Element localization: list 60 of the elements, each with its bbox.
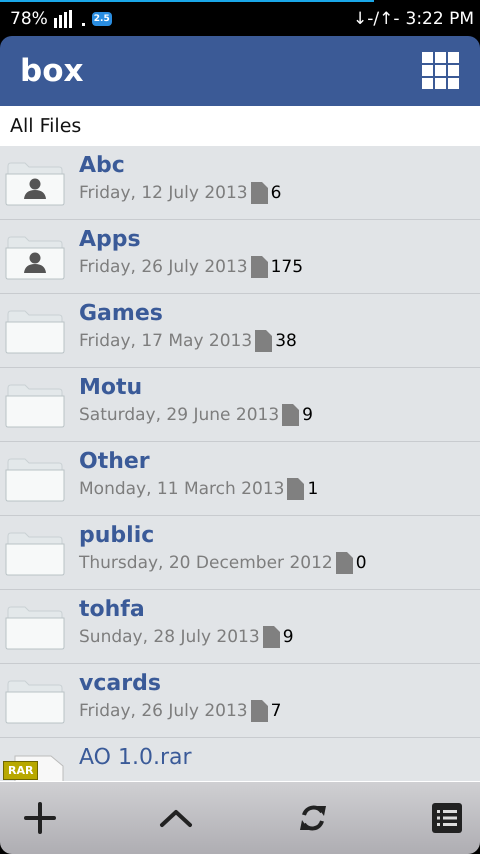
document-icon: [287, 478, 304, 500]
file-count: 0: [356, 552, 367, 573]
breadcrumb: All Files: [10, 114, 82, 137]
data-traffic: ↓-/↑-: [353, 8, 400, 29]
folder-icon: [5, 532, 65, 576]
shared-folder-icon: [5, 236, 65, 280]
item-name: Abc: [79, 152, 126, 178]
folder-icon: [5, 606, 65, 650]
document-icon: [262, 626, 280, 648]
file-list-item[interactable]: Motu Saturday, 29 June 2013 9: [0, 368, 480, 442]
file-count: 175: [270, 256, 304, 277]
network-badge: 2.5: [92, 12, 112, 26]
item-name: public: [79, 522, 156, 548]
grid-icon[interactable]: [422, 52, 460, 90]
document-icon: [250, 256, 268, 278]
file-count: 9: [302, 404, 313, 425]
modified-date: Friday, 12 July 2013: [79, 182, 248, 203]
folder-icon: [5, 680, 65, 724]
add-icon[interactable]: [24, 802, 56, 834]
list-icon[interactable]: [432, 803, 462, 834]
file-count: 1: [307, 478, 318, 499]
file-list-item[interactable]: Apps Friday, 26 July 2013 175: [0, 220, 480, 294]
item-name: tohfa: [79, 596, 146, 622]
item-name: Games: [79, 300, 164, 326]
file-list-item[interactable]: Games Friday, 17 May 2013 38: [0, 294, 480, 368]
modified-date: Friday, 26 July 2013: [79, 256, 248, 277]
file-count: 38: [275, 330, 297, 351]
chevron-up-icon[interactable]: [159, 808, 194, 828]
modified-date: Saturday, 29 June 2013: [79, 404, 280, 425]
folder-icon: [5, 310, 65, 354]
file-type-badge: RAR: [3, 760, 38, 780]
file-count: 6: [270, 182, 282, 203]
item-name: Apps: [79, 226, 142, 252]
document-icon: [250, 182, 268, 204]
item-name: AO 1.0.rar: [79, 744, 192, 770]
file-list-item[interactable]: Other Monday, 11 March 2013 1: [0, 442, 480, 516]
app-title: box: [20, 52, 84, 89]
file-count: 9: [282, 626, 294, 647]
modified-date: Sunday, 28 July 2013: [79, 626, 260, 647]
modified-date: Friday, 17 May 2013: [79, 330, 252, 351]
clock: 3:22 PM: [406, 8, 474, 29]
modified-date: Friday, 26 July 2013: [79, 700, 248, 721]
folder-icon: [5, 458, 65, 502]
document-icon: [282, 404, 300, 426]
item-name: Other: [79, 448, 151, 474]
document-icon: [336, 552, 353, 574]
file-list-item[interactable]: public Thursday, 20 December 2012 0: [0, 516, 480, 590]
folder-icon: [5, 384, 65, 428]
battery-level: 78%: [10, 8, 48, 29]
item-name: Motu: [79, 374, 144, 400]
file-list-item[interactable]: vcards Friday, 26 July 2013 7: [0, 664, 480, 738]
file-list-item[interactable]: Abc Friday, 12 July 2013 6: [0, 146, 480, 220]
modified-date: Monday, 11 March 2013: [79, 478, 284, 499]
item-name: vcards: [79, 670, 162, 696]
modified-date: Thursday, 20 December 2012: [79, 552, 333, 573]
document-icon: [255, 330, 272, 352]
shared-folder-icon: [5, 162, 65, 206]
file-list-item[interactable]: tohfa Sunday, 28 July 2013 9: [0, 590, 480, 664]
file-count: 7: [270, 700, 282, 721]
document-icon: [250, 700, 268, 722]
